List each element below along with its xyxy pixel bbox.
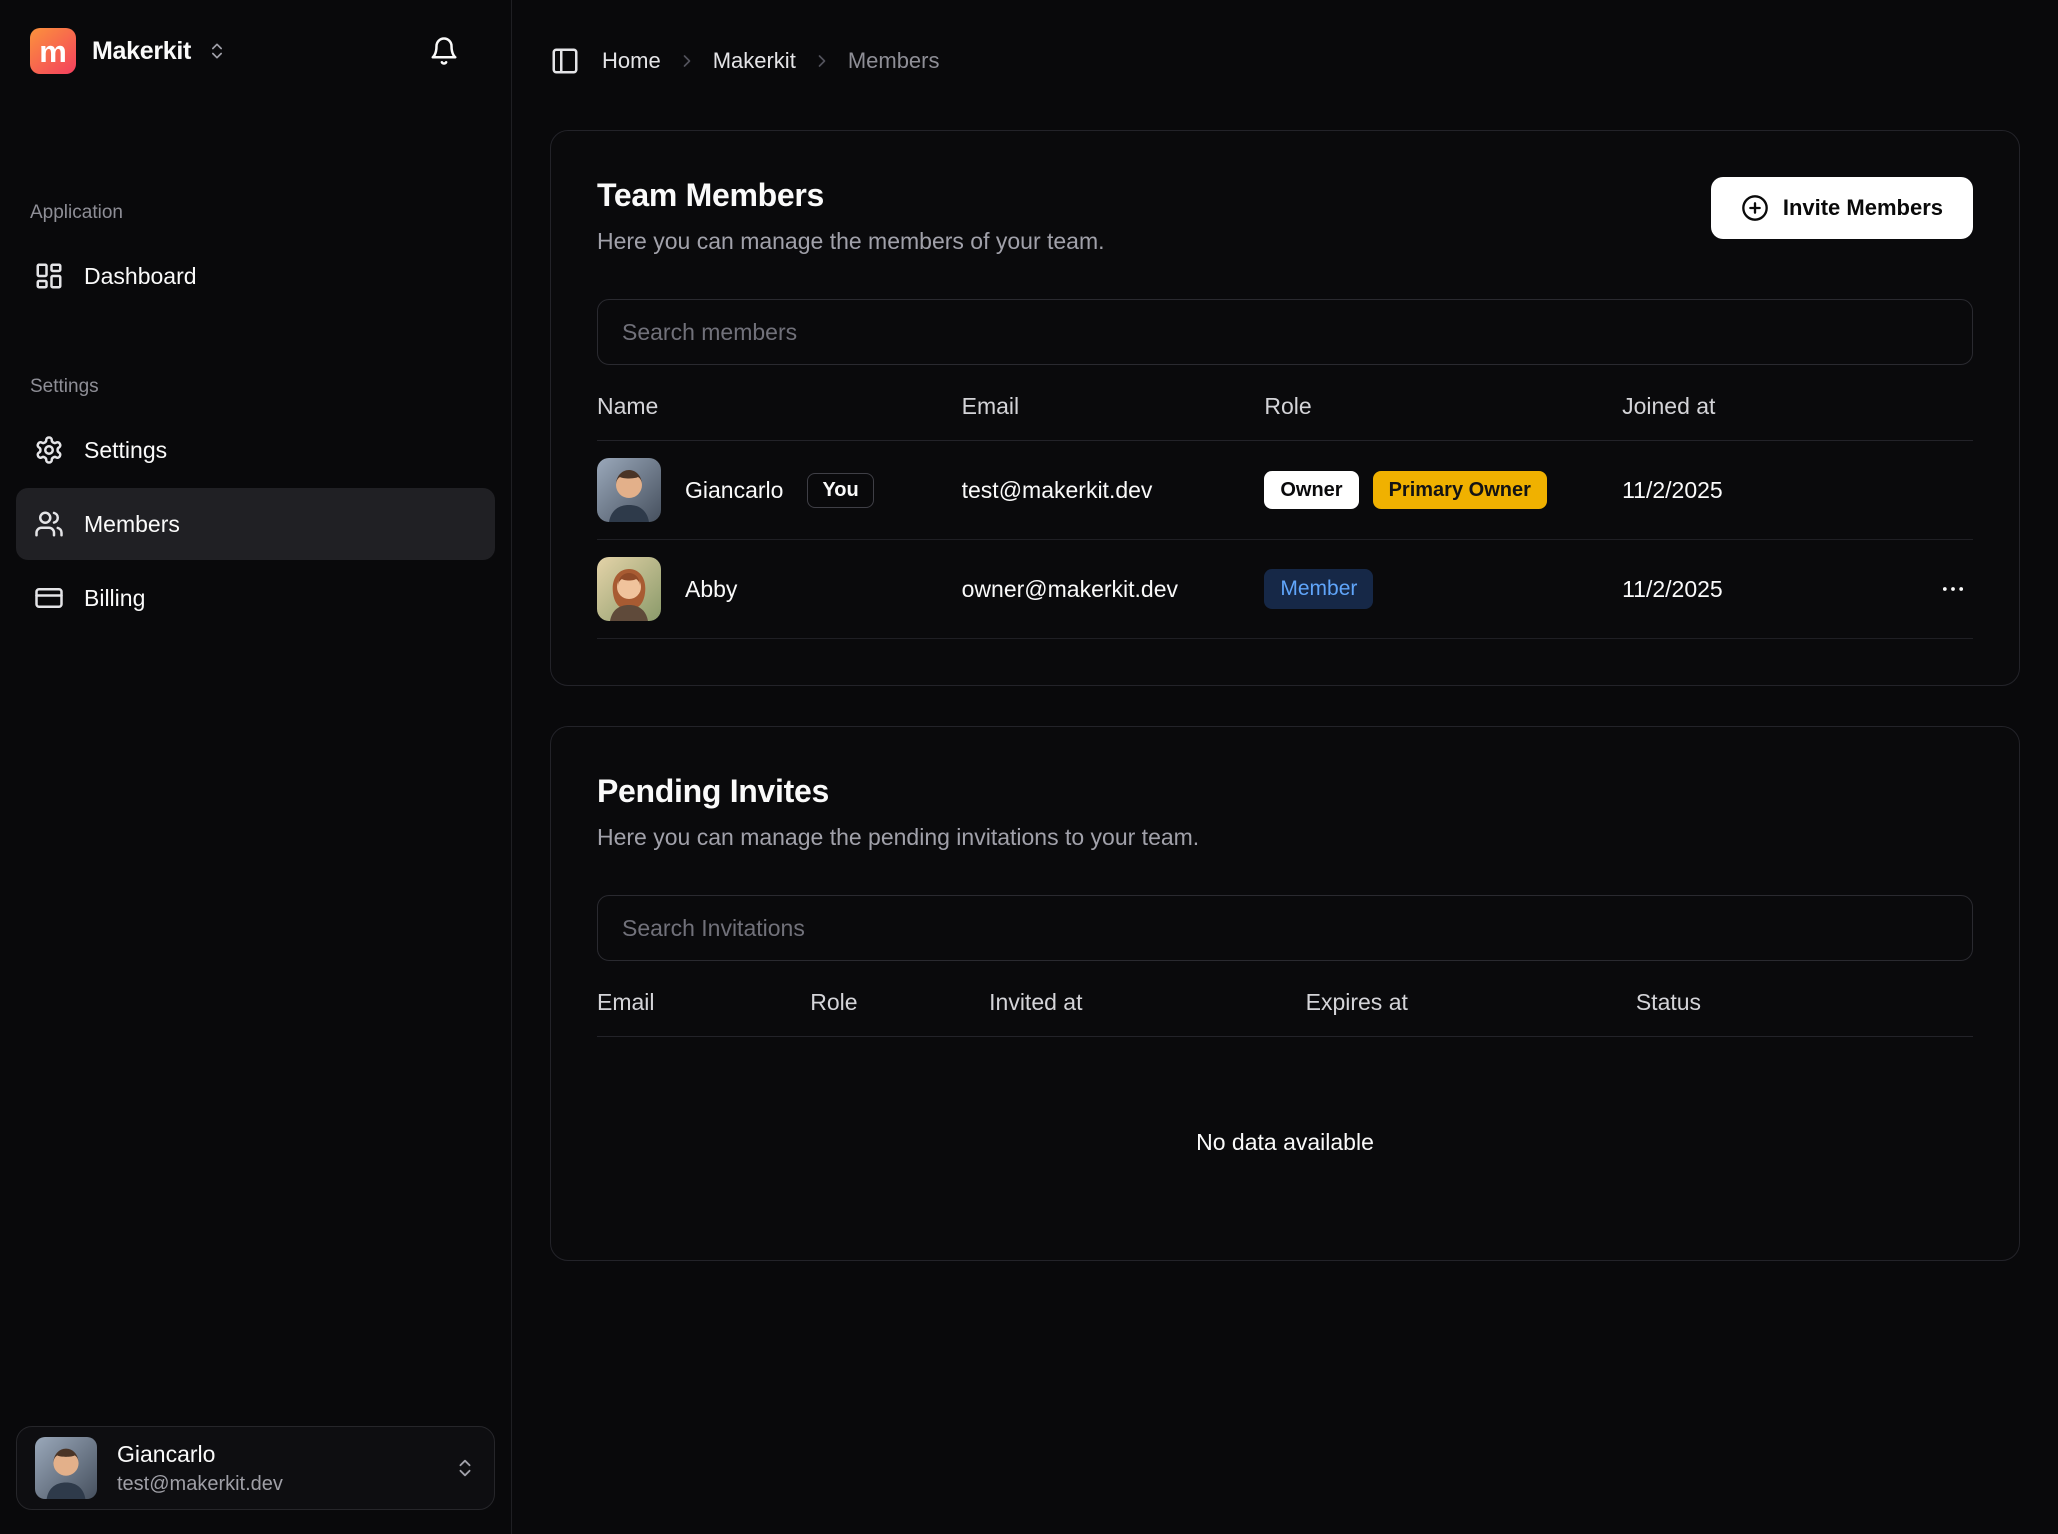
brand-logo-letter: m (39, 36, 67, 67)
brand-name: Makerkit (92, 37, 191, 66)
role-badge-owner: Owner (1264, 471, 1358, 509)
col-role: Role (1264, 373, 1622, 441)
breadcrumb-team[interactable]: Makerkit (713, 48, 796, 74)
sidebar-nav: Application Dashboard Settings Settings … (16, 202, 495, 634)
workspace-switcher[interactable]: m Makerkit (16, 28, 495, 74)
search-invitations-input[interactable] (597, 895, 1973, 961)
member-row: Abby owner@makerkit.dev Member 11/2/2025 (597, 540, 1973, 639)
notifications-button[interactable] (429, 36, 459, 66)
gear-icon (34, 435, 64, 465)
empty-state-text: No data available (597, 1037, 1973, 1215)
chevron-right-icon (812, 51, 832, 71)
col-expires: Expires at (1306, 969, 1636, 1037)
sidebar-toggle-button[interactable] (550, 46, 580, 76)
credit-card-icon (34, 583, 64, 613)
panel-left-icon (550, 46, 580, 76)
role-badge-member: Member (1264, 569, 1373, 608)
nav-section-settings: Settings (16, 376, 495, 398)
member-avatar (597, 458, 661, 522)
member-name: Abby (685, 576, 737, 603)
pending-invites-card: Pending Invites Here you can manage the … (550, 726, 2020, 1261)
bell-icon (429, 36, 459, 66)
member-email: owner@makerkit.dev (962, 540, 1265, 639)
user-name: Giancarlo (117, 1441, 283, 1468)
users-icon (34, 509, 64, 539)
sidebar-item-members[interactable]: Members (16, 488, 495, 560)
row-actions-button[interactable] (1933, 569, 1973, 609)
role-badge-primary-owner: Primary Owner (1373, 471, 1547, 509)
pending-invites-subtitle: Here you can manage the pending invitati… (597, 824, 1199, 851)
col-status: Status (1636, 969, 1973, 1037)
sidebar-item-dashboard[interactable]: Dashboard (16, 240, 495, 312)
invitations-table: Email Role Invited at Expires at Status … (597, 969, 1973, 1214)
member-avatar (597, 557, 661, 621)
invite-members-button[interactable]: Invite Members (1711, 177, 1973, 239)
sidebar-item-label: Settings (84, 437, 167, 464)
pending-invites-title: Pending Invites (597, 773, 1199, 810)
sidebar: m Makerkit Application Dashboard Setting… (0, 0, 512, 1534)
plus-circle-icon (1741, 194, 1769, 222)
brand-logo: m (30, 28, 76, 74)
ellipsis-icon (1939, 575, 1967, 603)
col-actions (1849, 373, 1973, 441)
sidebar-item-label: Billing (84, 585, 145, 612)
col-invited: Invited at (989, 969, 1305, 1037)
sidebar-item-label: Members (84, 511, 180, 538)
sidebar-item-settings[interactable]: Settings (16, 414, 495, 486)
account-menu-trigger[interactable]: Giancarlo test@makerkit.dev (16, 1426, 495, 1510)
member-joined: 11/2/2025 (1622, 441, 1849, 540)
main-area: Home Makerkit Members Team Members Here … (512, 0, 2058, 1534)
topbar: Home Makerkit Members (512, 0, 2058, 122)
col-role: Role (810, 969, 989, 1037)
you-badge: You (807, 473, 873, 508)
nav-section-application: Application (16, 202, 495, 224)
team-members-card: Team Members Here you can manage the mem… (550, 130, 2020, 686)
col-joined: Joined at (1622, 373, 1849, 441)
breadcrumb: Home Makerkit Members (602, 48, 940, 74)
col-name: Name (597, 373, 962, 441)
search-members-input[interactable] (597, 299, 1973, 365)
breadcrumb-home[interactable]: Home (602, 48, 661, 74)
col-email: Email (962, 373, 1265, 441)
content: Team Members Here you can manage the mem… (512, 122, 2058, 1301)
empty-row: No data available (597, 1037, 1973, 1215)
breadcrumb-current: Members (848, 48, 940, 74)
col-email: Email (597, 969, 810, 1037)
member-row: Giancarlo You test@makerkit.dev Owner Pr… (597, 441, 1973, 540)
invite-members-label: Invite Members (1783, 195, 1943, 221)
sidebar-item-billing[interactable]: Billing (16, 562, 495, 634)
chevrons-up-down-icon (207, 41, 227, 61)
member-joined: 11/2/2025 (1622, 540, 1849, 639)
sidebar-item-label: Dashboard (84, 263, 197, 290)
chevron-right-icon (677, 51, 697, 71)
user-email: test@makerkit.dev (117, 1473, 283, 1496)
member-email: test@makerkit.dev (962, 441, 1265, 540)
chevrons-up-down-icon (454, 1457, 476, 1479)
user-avatar (35, 1437, 97, 1499)
team-members-subtitle: Here you can manage the members of your … (597, 228, 1105, 255)
dashboard-icon (34, 261, 64, 291)
team-members-title: Team Members (597, 177, 1105, 214)
members-table: Name Email Role Joined at (597, 373, 1973, 639)
member-name: Giancarlo (685, 477, 783, 504)
